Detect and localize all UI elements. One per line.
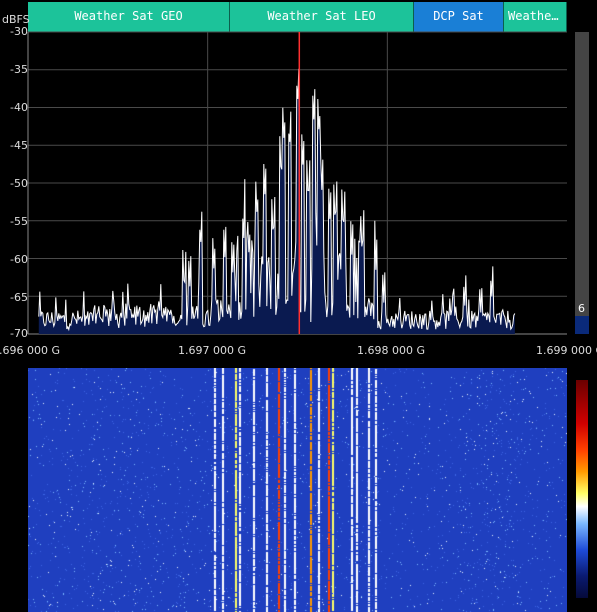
level-meter-label: 6: [578, 302, 585, 315]
level-meter-fill: [575, 315, 589, 334]
spectrum-level-meter[interactable]: [575, 32, 589, 334]
waterfall-display[interactable]: [28, 368, 567, 612]
waterfall-colorbar: [576, 380, 588, 598]
